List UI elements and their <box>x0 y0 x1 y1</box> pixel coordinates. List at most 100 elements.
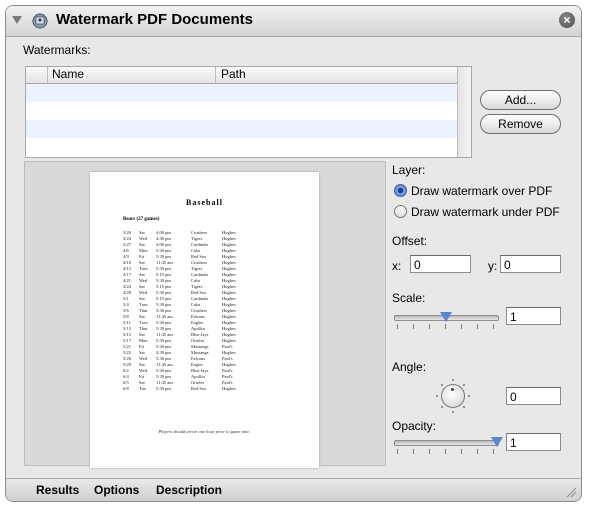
scale-slider-thumb[interactable] <box>439 312 452 322</box>
table-row[interactable] <box>26 102 457 120</box>
schedule-cell: 4:00 pm <box>156 230 171 235</box>
schedule-cell: Orioles <box>191 338 205 343</box>
offset-x-field[interactable]: 0 <box>410 255 471 273</box>
schedule-cell: 5:30 pm <box>156 386 171 391</box>
schedule-cell: Hughes <box>222 278 236 283</box>
schedule-cell: Mustangs <box>191 350 209 355</box>
schedule-cell: Hughes <box>222 248 236 253</box>
opacity-slider[interactable] <box>394 440 499 446</box>
layer-over-radio[interactable] <box>394 184 407 197</box>
slider-tick <box>413 449 414 454</box>
schedule-cell: Cardinals <box>191 272 209 277</box>
automator-action-icon <box>32 13 48 29</box>
schedule-cell: Sat <box>139 314 145 319</box>
schedule-cell: 5:15 pm <box>156 296 171 301</box>
schedule-cell: Sat <box>139 350 145 355</box>
table-row[interactable] <box>26 120 457 138</box>
schedule-cell: 11:45 am <box>156 332 173 337</box>
schedule-cell: Paul's <box>222 374 233 379</box>
schedule-cell: 6/2 <box>123 368 129 373</box>
offset-label: Offset: <box>392 234 428 248</box>
dial-tick <box>463 406 466 409</box>
schedule-cell: 5:30 pm <box>156 302 171 307</box>
preview-page-subtitle: Bears (27 games) <box>123 217 160 222</box>
schedule-cell: 5:30 pm <box>156 344 171 349</box>
angle-dial-indicator <box>451 388 454 391</box>
slider-tick <box>493 449 494 454</box>
schedule-cell: 4/21 <box>123 278 132 283</box>
schedule-cell: Hughes <box>222 314 236 319</box>
schedule-cell: Thur <box>139 308 148 313</box>
layer-under-label[interactable]: Draw watermark under PDF <box>411 205 560 219</box>
schedule-cell: Wed <box>139 368 148 373</box>
table-row[interactable] <box>26 138 457 156</box>
schedule-cell: 4/10 <box>123 260 132 265</box>
schedule-cell: 4/9 <box>123 254 129 259</box>
schedule-cell: Paul's <box>222 356 233 361</box>
schedule-cell: 5:15 pm <box>156 284 171 289</box>
schedule-cell: Cubs <box>191 278 201 283</box>
schedule-cell: Hughes <box>222 290 236 295</box>
slider-tick <box>397 449 398 454</box>
schedule-cell: Wed <box>139 278 148 283</box>
schedule-cell: Fri <box>139 254 145 259</box>
tab-description[interactable]: Description <box>156 483 222 497</box>
schedule-cell: 5/15 <box>123 332 132 337</box>
watermarks-table[interactable]: Name Path <box>25 66 472 158</box>
schedule-cell: Hughes <box>222 272 236 277</box>
schedule-cell: Hughes <box>222 326 236 331</box>
slider-tick <box>397 324 398 329</box>
tab-options[interactable]: Options <box>94 483 139 497</box>
opacity-label: Opacity: <box>392 419 437 433</box>
scale-field[interactable]: 1 <box>506 307 561 325</box>
schedule-cell: Hughes <box>222 302 236 307</box>
close-icon[interactable]: × <box>559 12 575 28</box>
schedule-cell: Fri <box>139 374 145 379</box>
opacity-slider-thumb[interactable] <box>491 437 503 447</box>
table-scrollbar[interactable] <box>457 67 471 157</box>
schedule-cell: Wed <box>139 356 148 361</box>
schedule-cell: Mustangs <box>191 344 209 349</box>
schedule-cell: Hughes <box>222 350 236 355</box>
slider-tick <box>413 324 414 329</box>
schedule-cell: 11:45 am <box>156 362 173 367</box>
schedule-cell: 5:30 pm <box>156 374 171 379</box>
add-button[interactable]: Add... <box>480 90 561 110</box>
schedule-cell: 4/24 <box>123 284 132 289</box>
resize-grip-icon[interactable] <box>565 486 577 498</box>
tab-results[interactable]: Results <box>36 483 79 497</box>
schedule-cell: Blue Jays <box>191 332 209 337</box>
schedule-cell: Sat <box>139 260 145 265</box>
column-header-path[interactable]: Path <box>217 67 457 83</box>
schedule-cell: 5:30 pm <box>156 368 171 373</box>
schedule-cell: Tues <box>139 320 148 325</box>
table-row[interactable] <box>26 84 457 102</box>
offset-y-field[interactable]: 0 <box>500 255 561 273</box>
schedule-cell: 3/20 <box>123 230 132 235</box>
schedule-cell: Tues <box>139 266 148 271</box>
column-header-name[interactable]: Name <box>48 67 216 83</box>
disclosure-triangle-icon[interactable] <box>12 16 22 24</box>
schedule-cell: Red Sox <box>191 290 207 295</box>
schedule-cell: Crushers <box>191 230 207 235</box>
schedule-cell: Paul's <box>222 344 233 349</box>
remove-button[interactable]: Remove <box>480 114 561 134</box>
schedule-cell: 3/27 <box>123 242 132 247</box>
preview-page-note: Players should arrive one hour prior to … <box>158 429 251 434</box>
table-header-blank <box>26 67 48 83</box>
schedule-cell: Fri <box>139 344 145 349</box>
angle-field[interactable]: 0 <box>506 387 561 405</box>
schedule-cell: Apollos <box>191 326 206 331</box>
schedule-cell: Hughes <box>222 260 236 265</box>
schedule-cell: Sat <box>139 272 145 277</box>
schedule-cell: Cubs <box>191 302 201 307</box>
slider-tick <box>445 324 446 329</box>
layer-over-label[interactable]: Draw watermark over PDF <box>411 184 552 198</box>
schedule-cell: Paul's <box>222 368 233 373</box>
layer-under-radio[interactable] <box>394 205 407 218</box>
angle-dial[interactable] <box>441 384 465 408</box>
schedule-cell: 5:30 pm <box>156 290 171 295</box>
schedule-cell: Mon <box>139 338 148 343</box>
opacity-field[interactable]: 1 <box>506 433 561 451</box>
offset-x-label: x: <box>392 259 402 273</box>
